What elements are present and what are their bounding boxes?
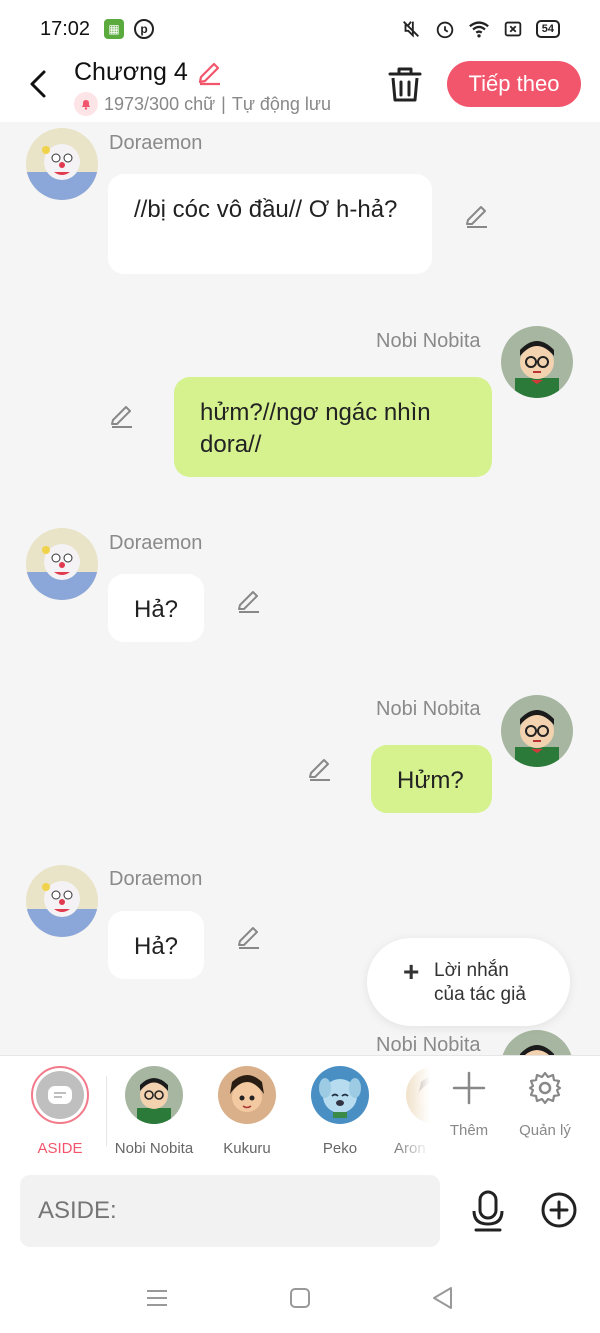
edit-message-pencil-icon[interactable] [463, 202, 491, 230]
sender-name: Doraemon [109, 132, 203, 154]
manage-button[interactable]: Quản lý [510, 1070, 580, 1139]
status-bar: 17:02 ▦ p 54 [0, 0, 600, 58]
next-button[interactable]: Tiếp theo [447, 61, 581, 107]
add-character-button[interactable]: Thêm [434, 1070, 504, 1139]
message-bubble[interactable]: Hả? [108, 574, 204, 642]
chapter-meta: 1973/300 chữ | Tự động lưu [74, 92, 331, 116]
delete-button[interactable] [386, 64, 424, 104]
divider [106, 1076, 107, 1146]
character-aside[interactable]: ASIDE [15, 1066, 105, 1157]
sender-name: Nobi Nobita [376, 330, 481, 352]
microphone-icon [472, 1190, 504, 1232]
character-kukuru[interactable]: Kukuru [202, 1066, 292, 1157]
battery-indicator: 54 [535, 20, 560, 38]
word-count: 1973/300 chữ [104, 93, 216, 114]
avatar-nobita[interactable] [501, 1030, 573, 1055]
avatar-nobita[interactable] [501, 695, 573, 767]
plus-icon [452, 1071, 486, 1105]
status-time: 17:02 [40, 17, 91, 40]
plus-icon: + [403, 956, 420, 987]
pencil-icon[interactable] [196, 60, 222, 86]
message-bubble[interactable]: Hửm? [371, 745, 492, 813]
back-button[interactable] [22, 68, 54, 100]
avatar-kukuru [218, 1066, 276, 1124]
sender-name: Nobi Nobita [376, 698, 481, 720]
author-note-label-line1: Lời nhắn [434, 960, 509, 981]
add-attachment-button[interactable] [540, 1191, 578, 1229]
pinterest-icon: p [134, 19, 155, 39]
author-note-label-line2: của tác giả [434, 984, 526, 1005]
tool-label: Thêm [449, 1122, 489, 1139]
avatar-nobita[interactable] [501, 326, 573, 398]
autosave-status: Tự động lưu [231, 93, 331, 114]
edit-message-pencil-icon[interactable] [235, 923, 263, 951]
avatar-nobita [125, 1066, 183, 1124]
chapter-title-group[interactable]: Chương 4 [74, 58, 222, 87]
wifi-icon [468, 21, 489, 38]
avatar-peko [311, 1066, 369, 1124]
edit-message-pencil-icon[interactable] [108, 402, 136, 430]
edit-message-pencil-icon[interactable] [235, 587, 263, 615]
chapter-header: Chương 4 1973/300 chữ | Tự động lưu Tiếp… [0, 58, 600, 122]
character-nobita[interactable]: Nobi Nobita [109, 1066, 199, 1157]
message-bubble[interactable]: Hả? [108, 911, 204, 979]
bell-icon [74, 92, 98, 116]
aside-icon [36, 1071, 84, 1119]
trash-icon [388, 67, 422, 102]
author-note-button[interactable]: + Lời nhắn của tác giả [367, 938, 570, 1026]
home-square-icon[interactable] [287, 1285, 313, 1311]
character-label: Nobi Nobita [114, 1140, 194, 1157]
alarm-icon [436, 21, 453, 39]
sender-name: Doraemon [109, 868, 203, 890]
mute-vibrate-icon [402, 21, 419, 38]
tool-label: Quản lý [519, 1122, 571, 1139]
scroll-fade [390, 1056, 430, 1166]
edit-message-pencil-icon[interactable] [306, 755, 334, 783]
voice-input-button[interactable] [468, 1189, 508, 1233]
chat-area[interactable]: Doraemon //bị cóc vô đầu// Ơ h-hả? Nobi … [0, 122, 600, 1055]
avatar-doraemon[interactable] [26, 528, 98, 600]
chapter-title: Chương 4 [74, 58, 188, 86]
message-bubble[interactable]: hửm?//ngơ ngác nhìn dora// [174, 377, 492, 477]
avatar-doraemon[interactable] [26, 865, 98, 937]
avatar-doraemon[interactable] [26, 128, 98, 200]
character-bar: ASIDE Nobi Nobita Kukuru Peko Aron Thêm … [0, 1055, 600, 1166]
back-triangle-icon[interactable] [430, 1285, 456, 1311]
character-label: Kukuru [223, 1140, 271, 1157]
message-bubble[interactable]: //bị cóc vô đầu// Ơ h-hả? [108, 174, 432, 274]
gear-icon [528, 1071, 562, 1105]
back-arrow-icon [30, 70, 46, 98]
no-sim-icon [504, 21, 521, 37]
menu-icon[interactable] [144, 1285, 170, 1311]
message-input[interactable] [20, 1175, 440, 1247]
composer [0, 1165, 600, 1265]
sender-name: Doraemon [109, 532, 203, 554]
add-circle-icon [541, 1192, 577, 1228]
meta-separator: | [221, 93, 226, 114]
sender-name: Nobi Nobita [376, 1034, 481, 1055]
app-notification-icon: ▦ [104, 19, 125, 39]
system-nav-bar [0, 1265, 600, 1333]
character-label: ASIDE [37, 1140, 83, 1157]
